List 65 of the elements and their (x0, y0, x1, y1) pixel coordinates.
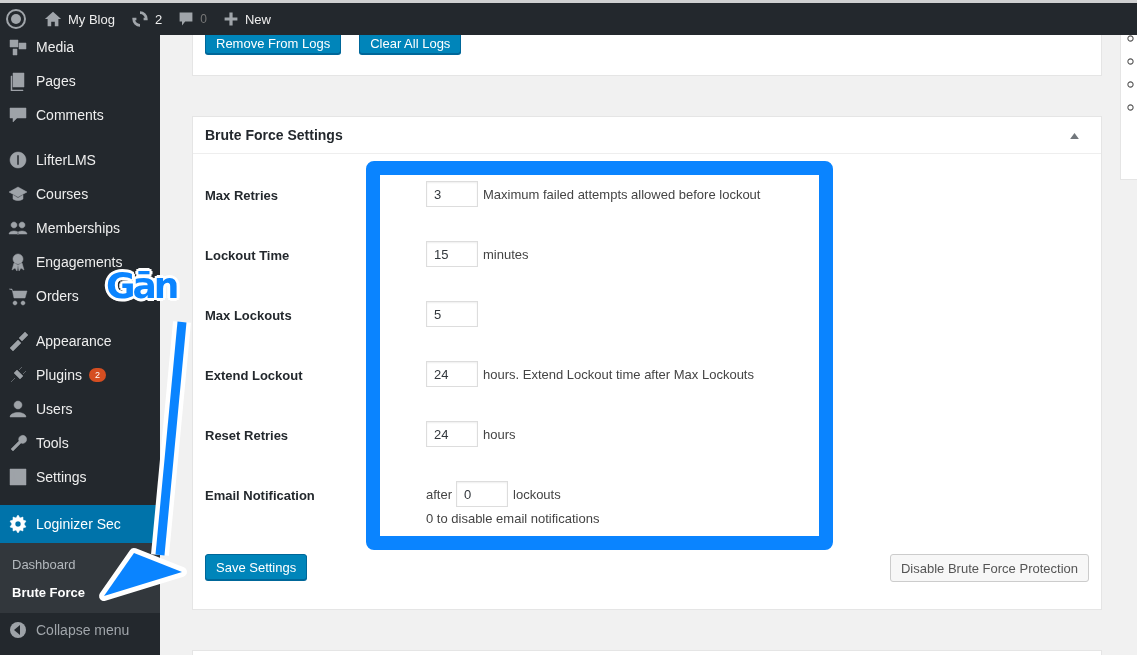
collapse-menu-button[interactable]: Collapse menu (0, 613, 134, 647)
setting-note: lockouts (513, 486, 561, 502)
brush-icon (8, 331, 28, 351)
bullet-icon (1127, 58, 1134, 65)
wrench-icon (8, 433, 28, 453)
setting-label: Max Retries (205, 188, 279, 203)
card-title: Brute Force Settings (205, 127, 343, 143)
number-field[interactable]: 15 (426, 241, 478, 267)
bullet-icon (1127, 35, 1134, 42)
menu-item[interactable]: Tools (0, 426, 73, 460)
user-icon (8, 399, 28, 419)
menu-item[interactable]: Courses (0, 177, 93, 211)
menu-item[interactable]: Plugins 2 (0, 358, 110, 392)
menu-item[interactable]: LifterLMS (0, 143, 100, 177)
submenu-item[interactable]: Brute Force (0, 578, 85, 606)
setting-label: Reset Retries (205, 428, 290, 443)
comment-bubble-icon[interactable] (178, 11, 195, 27)
graduation-cap-icon (8, 184, 28, 204)
bullet-icon (1127, 81, 1134, 88)
home-icon[interactable] (44, 10, 62, 28)
setting-label: Max Lockouts (205, 308, 293, 323)
site-name-link[interactable]: My Blog (68, 11, 115, 27)
setting-note: Maximum failed attempts allowed before lockout (483, 186, 761, 202)
menu-item[interactable]: Comments (0, 98, 108, 132)
logo-icon[interactable] (6, 9, 26, 29)
menu-item[interactable]: Users (0, 392, 77, 426)
update-count[interactable]: 2 (154, 11, 163, 27)
save-button[interactable]: Save Settings (205, 554, 308, 580)
gear-icon (8, 514, 28, 534)
disable-button[interactable]: Disable Brute Force Protection (889, 554, 1089, 582)
medal-icon (8, 252, 28, 272)
number-field[interactable]: 24 (426, 361, 478, 387)
count-badge: 2 (88, 368, 106, 382)
logs-button[interactable]: Remove From Logs (205, 35, 342, 54)
setting-label: Lockout Time (205, 248, 291, 263)
bullet-icon (1127, 104, 1134, 111)
collapse-icon (8, 620, 28, 640)
caret-icon[interactable] (1070, 131, 1079, 139)
media-icon (8, 37, 28, 57)
menu-item[interactable]: Appearance (0, 324, 116, 358)
new-link[interactable]: New (244, 11, 271, 27)
cart-icon (8, 286, 28, 306)
number-field[interactable]: 3 (426, 181, 478, 207)
setting-label: Email Notification (205, 488, 316, 503)
setting-label: Extend Lockout (205, 368, 304, 383)
setting-hint: 0 to disable email notifications (426, 511, 600, 526)
setting-note: hours. Extend Lockout time after Max Lockouts (483, 366, 754, 382)
submenu-item[interactable]: Dashboard (0, 550, 76, 578)
number-field[interactable]: 0 (456, 481, 508, 507)
menu-item[interactable]: Media (0, 35, 79, 64)
menu-item[interactable]: Settings (0, 460, 91, 494)
menu-item[interactable]: Orders (0, 279, 83, 313)
number-field[interactable]: 5 (426, 301, 478, 327)
plus-icon[interactable] (222, 11, 239, 27)
people-icon (8, 218, 28, 238)
logs-button[interactable]: Clear All Logs (359, 35, 462, 54)
page-icon (8, 71, 28, 91)
setting-note: hours (483, 426, 516, 442)
menu-item[interactable]: Memberships (0, 211, 125, 245)
number-field[interactable]: 24 (426, 421, 478, 447)
setting-note: after (426, 486, 452, 502)
refresh-icon[interactable] (130, 10, 149, 28)
comment-bubble-icon (8, 105, 28, 125)
menu-item[interactable]: Pages (0, 64, 80, 98)
setting-note: minutes (483, 246, 529, 262)
